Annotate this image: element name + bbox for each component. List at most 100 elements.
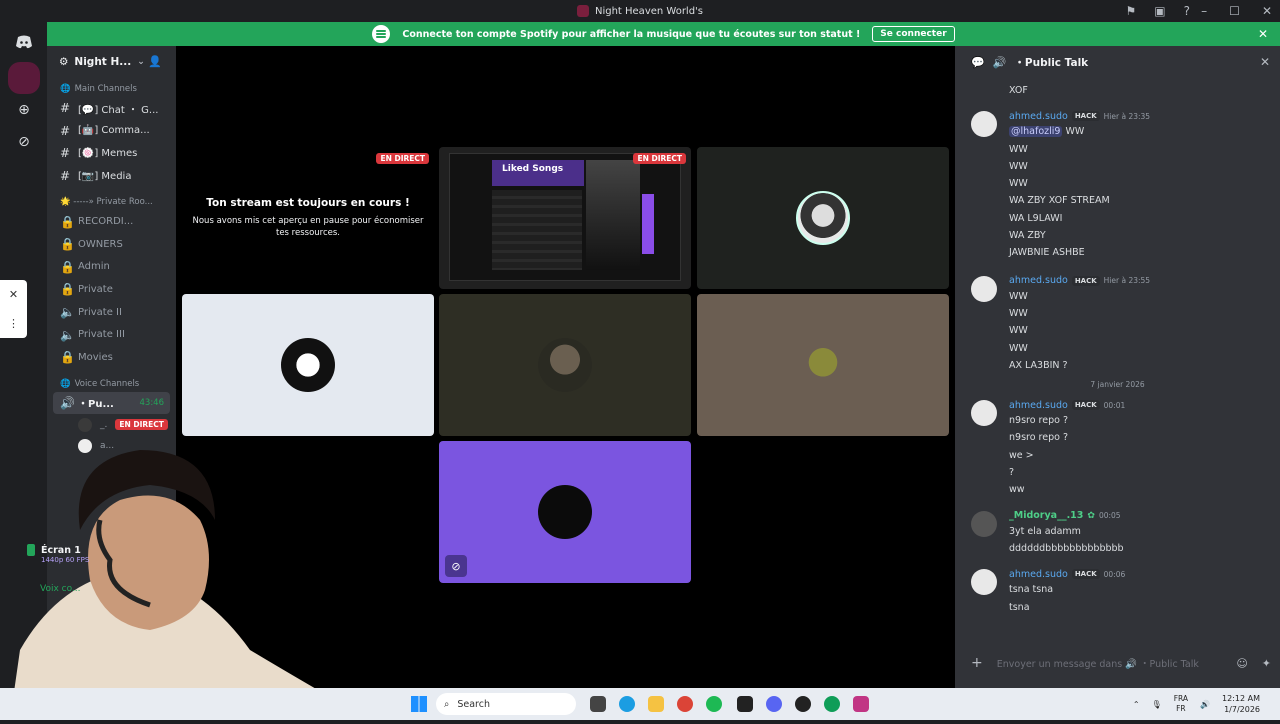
mention[interactable]: @lhafozli9 [1009,126,1063,138]
minimize-button[interactable]: – [1201,4,1207,18]
channel-movies[interactable]: 🔒 Movies [47,346,176,369]
clock-date: 1/7/2026 [1224,705,1260,714]
song-list [492,190,582,270]
close-window-button[interactable]: ✕ [1262,4,1272,18]
maximize-button[interactable]: ☐ [1229,4,1240,18]
steam-icon[interactable] [795,696,811,712]
message-input[interactable]: Envoyer un message dans 🔊 ・Public Talk [997,656,1199,670]
message-timestamp: 00:01 [1103,400,1126,410]
participant-tile[interactable] [697,147,949,289]
channel-media[interactable]: # [📷] Media [47,165,176,188]
connect-spotify-button[interactable]: Se connecter [872,26,955,42]
server-header[interactable]: ⚙ Night H... ⌄ 👤 [47,46,176,78]
clock[interactable]: 12:12 AM 1/7/2026 [1222,693,1260,715]
message-line: WW [1009,307,1028,319]
voice-channel-public-talk[interactable]: 🔊 ・Pu... 43:46 [53,391,170,415]
channel-owners[interactable]: 🔒 OWNERS [47,233,176,256]
title-bar: Night Heaven World's ⚑ ▣ ? – ☐ ✕ [0,0,1280,22]
channel-recording[interactable]: 🔒 RECORDI... [47,210,176,233]
avatar[interactable] [971,275,997,302]
avatar[interactable] [971,111,997,138]
spotify-banner: Connecte ton compte Spotify pour affiche… [47,22,1280,46]
discord-icon[interactable] [766,696,782,712]
language-indicator[interactable]: FRA FR [1174,694,1188,714]
more-icon[interactable]: ⋮ [8,317,19,330]
channel-memes[interactable]: # [🍥] Memes [47,142,176,165]
author-name[interactable]: ahmed.sudo [1009,400,1068,411]
voice-user[interactable]: a... [47,435,176,456]
channel-label: [🍥] Memes [78,147,138,159]
attach-plus-icon[interactable]: + [971,655,983,671]
file-explorer-icon[interactable] [648,696,664,712]
chat-header: 💬 🔊 ・Public Talk ✕ [955,46,1280,78]
avatar[interactable] [971,569,997,596]
author-name[interactable]: ahmed.sudo [1009,275,1068,286]
discord-home-icon[interactable] [8,26,40,58]
category-voice-channels[interactable]: 🌐 Voice Channels [47,369,176,392]
window-title: Night Heaven World's [576,5,703,17]
participant-tile[interactable]: ⊘ [439,441,691,583]
chrome-icon[interactable] [677,696,693,712]
overlay-popup: ✕ ⋮ [0,280,27,338]
microphone-icon[interactable]: 🎙 [1152,700,1162,709]
screen-label[interactable]: Écran 1 [27,544,167,556]
message-group: _Midorya__.13 ✿ 00:05 3yt ela adamm dddd… [955,509,1280,558]
avatar[interactable] [971,400,997,427]
inbox-icon[interactable]: ⚑ [1126,4,1137,18]
message-header: ahmed.sudo HACK Hier à 23:35 [1009,109,1280,123]
volume-icon[interactable]: 🔊 [1200,700,1210,709]
channel-commands[interactable]: # [🤖] Comma... [47,120,176,143]
message-line: ddddddbbbbbbbbbbbbb [1009,542,1124,554]
clan-tag: HACK [1071,111,1100,122]
avatar[interactable] [971,510,997,537]
server-icon-night-heaven[interactable] [8,62,40,94]
help-icon[interactable]: ? [1184,4,1190,18]
voice-user[interactable]: _. EN DIRECT [47,414,176,435]
windows-start-icon[interactable] [411,696,427,712]
explore-icon[interactable]: ⊘ [8,126,40,158]
channel-label: Private III [78,329,125,341]
clan-tag: HACK [1071,275,1100,286]
author-name[interactable]: ahmed.sudo [1009,111,1068,122]
category-private-rooms[interactable]: 🌟 -----» Private Roo... [47,187,176,210]
album-art [586,160,640,270]
threads-icon[interactable]: 💬 [971,56,985,69]
chrome-profile-icon[interactable] [824,696,840,712]
chevron-up-icon[interactable]: ⌃ [1133,700,1140,709]
message-header: ahmed.sudo HACK 00:06 [1009,567,1280,581]
message-timestamp: Hier à 23:35 [1103,111,1151,121]
channel-private-iii[interactable]: 🔈 Private III [47,323,176,346]
speaker-icon: 🔊 [992,55,1007,69]
message-composer[interactable]: + Envoyer un message dans 🔊 ・Public Talk… [971,651,1271,675]
instagram-icon[interactable] [853,696,869,712]
close-banner-icon[interactable]: ✕ [1258,27,1268,41]
channel-admin[interactable]: 🔒 Admin [47,256,176,279]
chevron-down-icon: ⌄ [137,57,145,67]
participant-tile[interactable] [439,294,691,436]
emoji-icon[interactable]: ☺ [1236,657,1247,670]
screen-share-tile[interactable]: Liked Songs EN DIRECT [439,147,691,289]
close-chat-icon[interactable]: ✕ [1260,55,1270,69]
channel-private[interactable]: 🔒 Private [47,278,176,301]
clock-time: 12:12 AM [1222,694,1260,703]
spotify-icon[interactable] [706,696,722,712]
close-icon[interactable]: ✕ [9,288,18,301]
epic-games-icon[interactable] [737,696,753,712]
message-line: ww [1009,484,1025,496]
add-server-icon[interactable]: ⊕ [8,94,40,126]
edge-icon[interactable] [619,696,635,712]
screen-icon[interactable]: ▣ [1154,4,1165,18]
participant-tile[interactable] [697,294,949,436]
participant-tile[interactable] [182,294,434,436]
message-line: WW [1009,325,1028,337]
channel-private-ii[interactable]: 🔈 Private II [47,301,176,324]
invite-icon[interactable]: 👤 [148,55,162,68]
apps-icon[interactable]: ✦ [1262,657,1271,670]
taskbar-search[interactable]: ⌕ Search [436,693,576,715]
author-name[interactable]: _Midorya__.13 [1009,510,1083,521]
task-view-icon[interactable] [590,696,606,712]
side-panel [642,194,654,254]
category-main-channels[interactable]: 🌐 Main Channels [47,78,176,97]
author-name[interactable]: ahmed.sudo [1009,569,1068,580]
channel-chat[interactable]: # [💬] Chat ・ G... [47,97,176,120]
